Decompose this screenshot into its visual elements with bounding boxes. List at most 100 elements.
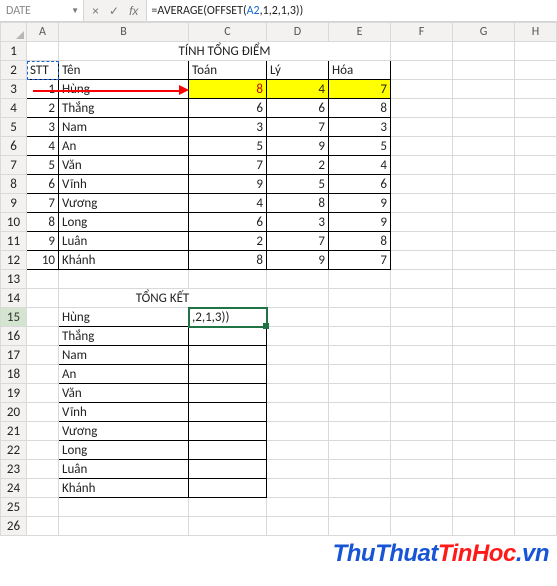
- cell[interactable]: [453, 384, 515, 403]
- cell[interactable]: [27, 422, 59, 441]
- cell[interactable]: [391, 99, 453, 118]
- cell[interactable]: 8: [267, 194, 329, 213]
- cell[interactable]: [515, 270, 557, 289]
- cell[interactable]: 7: [329, 80, 391, 99]
- row-header[interactable]: 16: [1, 327, 27, 346]
- cell[interactable]: Nam: [59, 118, 189, 137]
- cell-a2[interactable]: STT: [27, 61, 59, 80]
- row-header[interactable]: 6: [1, 137, 27, 156]
- cell[interactable]: [515, 460, 557, 479]
- cell[interactable]: [453, 441, 515, 460]
- cell[interactable]: [515, 156, 557, 175]
- cell[interactable]: [391, 42, 453, 61]
- cell[interactable]: [329, 289, 391, 308]
- cell[interactable]: 6: [27, 175, 59, 194]
- cell[interactable]: [267, 479, 329, 498]
- cell[interactable]: [267, 270, 329, 289]
- row-header[interactable]: 10: [1, 213, 27, 232]
- col-header[interactable]: H: [515, 23, 557, 42]
- cell[interactable]: [267, 327, 329, 346]
- cell[interactable]: [453, 42, 515, 61]
- row-header[interactable]: 13: [1, 270, 27, 289]
- cell[interactable]: [453, 194, 515, 213]
- cell[interactable]: Khánh: [59, 251, 189, 270]
- cell[interactable]: 9: [27, 232, 59, 251]
- cell[interactable]: [189, 365, 267, 384]
- cell[interactable]: [453, 270, 515, 289]
- cell[interactable]: 7: [267, 118, 329, 137]
- cell[interactable]: [391, 289, 453, 308]
- cell[interactable]: An: [59, 137, 189, 156]
- cell[interactable]: [391, 137, 453, 156]
- cell[interactable]: 7: [329, 251, 391, 270]
- cell[interactable]: [267, 460, 329, 479]
- cell[interactable]: [27, 517, 59, 536]
- cell[interactable]: 1: [27, 80, 59, 99]
- cell[interactable]: 6: [329, 175, 391, 194]
- cell[interactable]: Toán: [189, 61, 267, 80]
- cell[interactable]: [59, 270, 189, 289]
- cell[interactable]: [267, 384, 329, 403]
- cell[interactable]: [391, 460, 453, 479]
- cell[interactable]: [329, 384, 391, 403]
- spreadsheet-grid[interactable]: A B C D E F G H 1 TÍNH TỔNG ĐIỂM 2 STT T…: [0, 22, 557, 536]
- cell[interactable]: 2: [267, 156, 329, 175]
- row-header[interactable]: 21: [1, 422, 27, 441]
- cell[interactable]: [515, 251, 557, 270]
- chevron-down-icon[interactable]: ▼: [71, 6, 79, 16]
- cell[interactable]: [59, 498, 189, 517]
- formula-bar[interactable]: =AVERAGE(OFFSET(A2,1,2,1,3)): [146, 0, 557, 21]
- cell[interactable]: [453, 517, 515, 536]
- col-header[interactable]: E: [329, 23, 391, 42]
- cell[interactable]: 7: [267, 232, 329, 251]
- cell[interactable]: 9: [267, 251, 329, 270]
- cell[interactable]: 3: [189, 118, 267, 137]
- cell[interactable]: [515, 61, 557, 80]
- cell[interactable]: [27, 308, 59, 327]
- cell[interactable]: [189, 384, 267, 403]
- cell[interactable]: [267, 498, 329, 517]
- cell[interactable]: [515, 403, 557, 422]
- cell[interactable]: 7: [27, 194, 59, 213]
- cell[interactable]: Khánh: [59, 479, 189, 498]
- cell[interactable]: 9: [189, 175, 267, 194]
- cell[interactable]: [515, 498, 557, 517]
- cell[interactable]: [391, 80, 453, 99]
- cell[interactable]: [391, 479, 453, 498]
- cell[interactable]: [189, 460, 267, 479]
- cell[interactable]: [329, 422, 391, 441]
- cell[interactable]: [453, 289, 515, 308]
- cell[interactable]: 4: [329, 156, 391, 175]
- cell[interactable]: [453, 346, 515, 365]
- cell[interactable]: [27, 42, 59, 61]
- cell[interactable]: [27, 479, 59, 498]
- cell[interactable]: [453, 175, 515, 194]
- cell[interactable]: [59, 517, 189, 536]
- cell[interactable]: [453, 99, 515, 118]
- cell[interactable]: [515, 441, 557, 460]
- cell[interactable]: 4: [27, 137, 59, 156]
- cell[interactable]: [391, 441, 453, 460]
- cell[interactable]: Vương: [59, 422, 189, 441]
- cell[interactable]: 8: [27, 213, 59, 232]
- cell[interactable]: [391, 517, 453, 536]
- row-header[interactable]: 1: [1, 42, 27, 61]
- cell[interactable]: Vương: [59, 194, 189, 213]
- cell[interactable]: [329, 270, 391, 289]
- cell[interactable]: [515, 384, 557, 403]
- cell[interactable]: [453, 213, 515, 232]
- cell[interactable]: [267, 517, 329, 536]
- cell[interactable]: 2: [27, 99, 59, 118]
- cell[interactable]: [453, 422, 515, 441]
- cell[interactable]: [515, 232, 557, 251]
- cell[interactable]: [453, 403, 515, 422]
- cell[interactable]: [329, 498, 391, 517]
- cell[interactable]: [453, 498, 515, 517]
- cell[interactable]: 8: [189, 251, 267, 270]
- cell[interactable]: 8: [329, 99, 391, 118]
- cell[interactable]: [391, 384, 453, 403]
- row-header[interactable]: 2: [1, 61, 27, 80]
- cell[interactable]: [391, 327, 453, 346]
- cell[interactable]: 7: [189, 156, 267, 175]
- cell[interactable]: [189, 479, 267, 498]
